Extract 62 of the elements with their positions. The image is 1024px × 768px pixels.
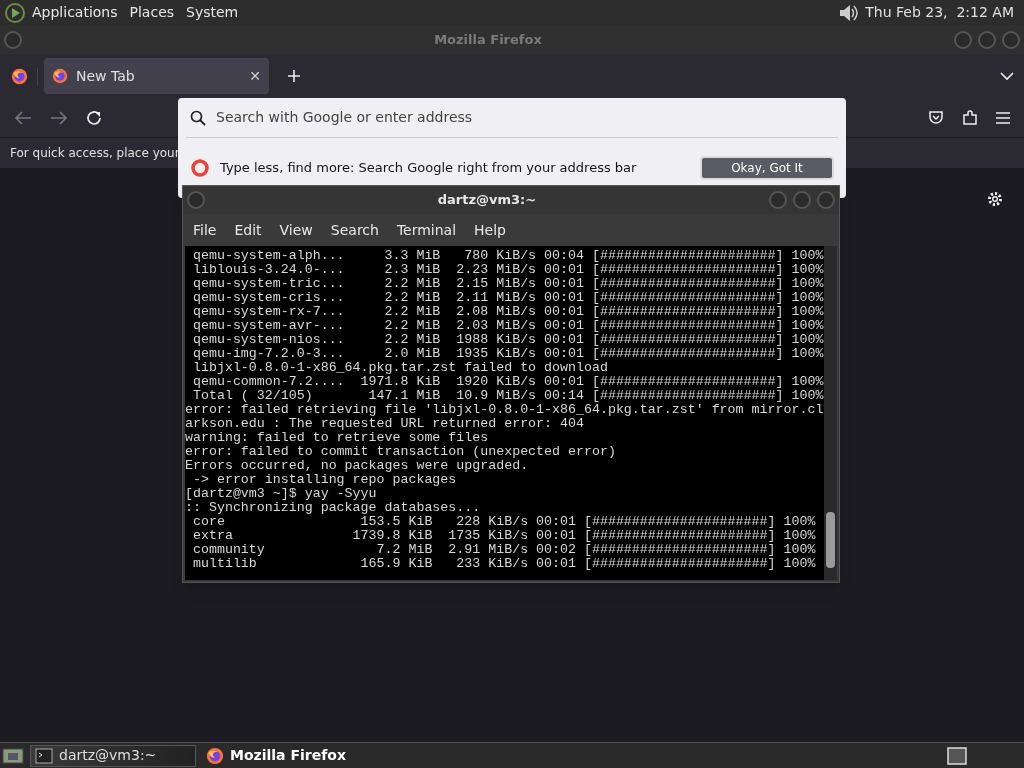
panel-menu[interactable]: Applications bbox=[26, 2, 124, 23]
terminal-line: qemu-system-avr-... 2.2 MiB 2.03 MiB/s 00:01 [######################] 100% bbox=[191, 319, 824, 333]
terminal-line: multilib 165.9 KiB 233 KiB/s 00:01 [######################] 100% bbox=[191, 557, 816, 571]
terminal-line: warning: failed to retrieve some files bbox=[185, 431, 489, 445]
firefox-icon bbox=[52, 68, 68, 84]
desktop-icon[interactable] bbox=[2, 745, 24, 766]
url-field[interactable]: Search with Google or enter address bbox=[186, 98, 838, 138]
terminal-line: Errors occurred, no packages were upgraded. bbox=[185, 459, 529, 473]
search-icon bbox=[190, 109, 206, 126]
workspace-icon[interactable] bbox=[946, 745, 968, 766]
terminal-line: :: Synchronizing package databases... bbox=[185, 501, 481, 515]
terminal-line: core 153.5 KiB 228 KiB/s 00:01 [######################] 100% bbox=[191, 515, 816, 529]
reload-icon[interactable] bbox=[86, 109, 102, 126]
chevron-down-icon[interactable] bbox=[1000, 71, 1014, 81]
clock[interactable]: Thu Feb 23, 2:12 AM bbox=[859, 2, 1020, 23]
suggestion-text: Type less, find more: Search Google right from your address bar bbox=[220, 159, 638, 178]
terminal-line: error: failed retrieving file 'libjxl-0.8.0-1-x86_64.pkg.tar.zst' from mirror.cl bbox=[185, 403, 824, 417]
taskbar-item[interactable]: Mozilla Firefox bbox=[202, 744, 368, 767]
taskbar-item[interactable]: dartz@vm3:~ bbox=[30, 744, 196, 767]
terminal-line: arkson.edu : The requested URL returned error: 404 bbox=[185, 417, 584, 431]
terminal-line: liblouis-3.24.0-... 2.3 MiB 2.23 MiB/s 00:01 [######################] 100% bbox=[191, 263, 824, 277]
terminal-line: qemu-system-tric... 2.2 MiB 2.15 MiB/s 00:01 [######################] 100% bbox=[191, 277, 824, 291]
terminal-line: qemu-system-alph... 3.3 MiB 780 KiB/s 00:04 [######################] 100% bbox=[191, 249, 824, 263]
terminal-menu-item[interactable]: Help bbox=[468, 219, 512, 241]
menu-icon[interactable] bbox=[996, 111, 1010, 124]
window-title: Mozilla Firefox bbox=[433, 30, 543, 49]
settings-icon[interactable] bbox=[986, 190, 1004, 208]
terminal-line: Total ( 32/105) 147.1 MiB 10.9 MiB/s 00:14 [######################] 100% bbox=[191, 389, 824, 403]
play-icon[interactable] bbox=[4, 1, 26, 24]
browser-tab[interactable]: New Tab ✕ bbox=[44, 58, 269, 94]
forward-icon[interactable] bbox=[50, 109, 68, 126]
back-icon[interactable] bbox=[14, 109, 32, 126]
terminal-menu-item[interactable]: Search bbox=[324, 219, 385, 241]
terminal-line: extra 1739.8 KiB 1735 KiB/s 00:01 [######################] 100% bbox=[191, 529, 816, 543]
terminal-icon bbox=[35, 747, 53, 764]
terminal-menu-item[interactable]: View bbox=[273, 219, 319, 241]
bookmarks-hint: For quick access, place your bbox=[10, 145, 180, 162]
terminal-line: community 7.2 MiB 2.91 MiB/s 00:02 [######################] 100% bbox=[191, 543, 816, 557]
panel-menu[interactable]: System bbox=[180, 2, 245, 23]
terminal-line: libjxl-0.8.0-1-x86_64.pkg.tar.zst failed to download bbox=[191, 361, 608, 375]
firefox-icon bbox=[206, 746, 224, 765]
terminal-line: error: failed to commit transaction (unexpected error) bbox=[185, 445, 616, 459]
okay-button[interactable]: Okay, Got It bbox=[700, 156, 834, 180]
window-title: dartz@vm3:~ bbox=[436, 191, 538, 210]
terminal-line: qemu-img-7.2.0-3... 2.0 MiB 1935 KiB/s 00:01 [######################] 100% bbox=[191, 347, 824, 361]
terminal-menu-item[interactable]: File bbox=[187, 219, 223, 241]
panel-menu[interactable]: Places bbox=[123, 2, 181, 23]
terminal-line: qemu-system-rx-7... 2.2 MiB 2.08 MiB/s 00:01 [######################] 100% bbox=[191, 305, 824, 319]
speaker-icon[interactable] bbox=[837, 2, 860, 23]
terminal-line: qemu-system-cris... 2.2 MiB 2.11 MiB/s 00:01 [######################] 100% bbox=[191, 291, 824, 305]
terminal-line: [dartz@vm3 ~]$ yay -Syyu bbox=[185, 487, 377, 501]
firefox-icon bbox=[11, 67, 28, 85]
puzzle-icon[interactable] bbox=[962, 109, 978, 126]
pocket-icon[interactable] bbox=[928, 109, 944, 126]
close-icon[interactable]: ✕ bbox=[249, 65, 261, 87]
terminal-menu-item[interactable]: Edit bbox=[228, 219, 268, 241]
scrollbar[interactable] bbox=[824, 246, 837, 580]
terminal-line: -> error installing repo packages bbox=[191, 473, 457, 487]
terminal-menu-item[interactable]: Terminal bbox=[390, 219, 463, 241]
terminal-line: qemu-system-nios... 2.2 MiB 1988 KiB/s 00:01 [######################] 100% bbox=[191, 333, 824, 347]
terminal-line: qemu-common-7.2.... 1971.8 KiB 1920 KiB/s 00:01 [######################] 100% bbox=[191, 375, 824, 389]
plus-icon[interactable] bbox=[287, 69, 301, 83]
